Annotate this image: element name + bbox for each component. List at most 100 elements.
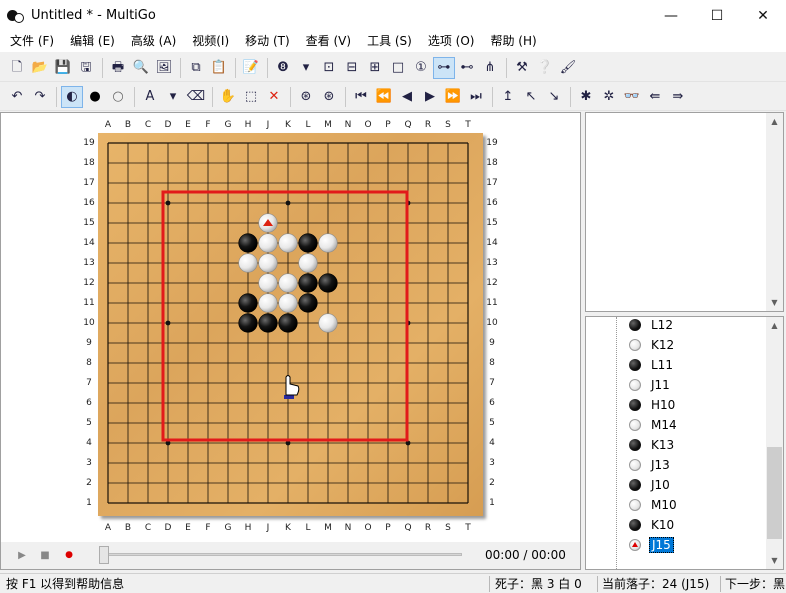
menu-item-8[interactable]: 帮助 (H) [482,31,544,52]
move-list-item[interactable]: K12 [612,335,676,355]
menu-item-6[interactable]: 工具 (S) [359,31,420,52]
hand-button[interactable]: ✋ [217,86,239,108]
paste-button[interactable]: 📋 [208,57,230,79]
menu-item-3[interactable]: 视频(I) [184,31,237,52]
last-move-button[interactable]: ⏭ [465,86,487,108]
scroll-up-icon[interactable]: ▲ [766,317,783,334]
play-button[interactable]: ▶ [11,544,33,566]
go-board-surface[interactable] [98,133,483,516]
search-pattern-button[interactable]: ✲ [598,86,620,108]
coordinates-button[interactable]: ⊡ [318,57,340,79]
binoculars-button[interactable]: 👓 [621,86,643,108]
print-button[interactable]: 🖶 [107,57,129,79]
menu-item-1[interactable]: 编辑 (E) [62,31,123,52]
forward-button[interactable]: ▶ [419,86,441,108]
tools-button[interactable]: ⚒ [511,57,533,79]
tree-view-button[interactable]: ⊶ [433,56,455,79]
open-button[interactable]: 📂 [29,57,51,79]
move-list-item[interactable]: M14 [612,415,679,435]
minimize-button[interactable]: — [648,0,694,31]
column-label-bottom: B [124,523,132,533]
move-list-item[interactable]: K13 [612,435,676,455]
close-button[interactable]: ✕ [740,0,786,31]
branch-up-button[interactable]: ↥ [497,86,519,108]
branch-prev-button[interactable]: ↖ [520,86,542,108]
save-button[interactable]: 💾 [52,57,74,79]
move-tree-scrollbar[interactable]: ▲ ▼ [766,317,783,569]
move-list-item[interactable]: L12 [612,317,675,335]
scroll-down-icon[interactable]: ▼ [766,552,783,569]
blank-board-button[interactable]: □ [387,57,409,79]
white-stone-button[interactable]: ○ [107,86,129,108]
stop-button[interactable]: ■ [34,544,56,566]
print-preview-button[interactable]: 🔍 [130,57,152,79]
scroll-up-icon[interactable]: ▲ [766,113,783,130]
back-button[interactable]: ◀ [396,86,418,108]
move-list-item[interactable]: K10 [612,515,676,535]
comment-panel[interactable]: ▲ ▼ [585,112,784,312]
save-as-button[interactable]: 🖫 [75,57,97,79]
menu-bar: 文件 (F) 编辑 (E) 高级 (A) 视频(I) 移动 (T) 查看 (V) 工具 (S… [0,31,786,52]
move-list-item[interactable]: M10 [612,495,679,515]
menu-item-2[interactable]: 高级 (A) [123,31,184,52]
move-right-button[interactable]: ⊛ [318,86,340,108]
move-list-item[interactable]: J13 [612,455,672,475]
undo-button[interactable]: ↶ [6,86,28,108]
move-list-item[interactable]: J15 [612,535,674,555]
help-button[interactable]: ❔ [534,57,556,79]
playback-slider-track[interactable] [104,553,462,556]
record-button[interactable]: ● [58,544,80,566]
white-stone-l13 [298,253,318,273]
move-list-item[interactable]: L11 [612,355,675,375]
eraser-button[interactable]: ⌫ [185,86,207,108]
menu-item-7[interactable]: 选项 (O) [420,31,483,52]
black-stone-button[interactable]: ● [84,86,106,108]
board-grid-button[interactable]: ⊞ [364,57,386,79]
row-label-right: 7 [489,378,495,388]
go-board[interactable] [98,133,483,516]
dropdown-arrow-icon: ▾ [302,60,310,75]
branch-view-button[interactable]: ⊷ [456,57,478,79]
move-left-button[interactable]: ⊛ [295,86,317,108]
row-label-right: 6 [489,398,495,408]
search-prev-button[interactable]: ⇚ [644,86,666,108]
new-button[interactable]: 🗋 [6,57,28,79]
search-next-button[interactable]: ⇛ [667,86,689,108]
hierarchy-button[interactable]: ⋔ [479,57,501,79]
scroll-thumb[interactable] [767,447,782,539]
redo-icon: ↷ [34,89,46,104]
white-stone-h13 [238,253,258,273]
menu-item-4[interactable]: 移动 (T) [237,31,298,52]
menu-item-5[interactable]: 查看 (V) [298,31,359,52]
search-comment-button[interactable]: ✱ [575,86,597,108]
alternate-stones-button[interactable]: ◐ [61,85,83,108]
white-stone-k14 [278,233,298,253]
branch-next-button[interactable]: ↘ [543,86,565,108]
properties-button[interactable]: 📝 [240,57,262,79]
board-frame-button[interactable]: ⊟ [341,57,363,79]
copy-button[interactable]: ⧉ [185,57,207,79]
toolbar-separator [56,86,57,107]
move-list-item[interactable]: J10 [612,475,672,495]
menu-item-0[interactable]: 文件 (F) [2,31,62,52]
comment-scrollbar[interactable]: ▲ ▼ [766,113,783,311]
scroll-down-icon[interactable]: ▼ [766,294,783,311]
number-one-button[interactable]: ① [410,57,432,79]
fast-forward-button[interactable]: ⏩ [442,86,464,108]
image-button[interactable]: 🖼 [153,57,175,79]
fast-back-button[interactable]: ⏪ [373,86,395,108]
maximize-button[interactable]: ☐ [694,0,740,31]
region-select-button[interactable]: ⬚ [240,86,262,108]
brush-button[interactable]: 🖌 [557,57,579,79]
dropdown-arrow-button[interactable]: ▾ [295,57,317,79]
redo-button[interactable]: ↷ [29,86,51,108]
first-move-button[interactable]: ⏮ [350,86,372,108]
move-label: J13 [651,458,670,472]
move-number-button[interactable]: ❽ [272,57,294,79]
move-list-item[interactable]: J11 [612,375,672,395]
move-list-item[interactable]: H10 [612,395,677,415]
playback-slider-thumb[interactable] [99,546,109,564]
label-dropdown-button[interactable]: ▾ [162,86,184,108]
label-button[interactable]: A [139,86,161,108]
delete-button[interactable]: ✕ [263,86,285,108]
